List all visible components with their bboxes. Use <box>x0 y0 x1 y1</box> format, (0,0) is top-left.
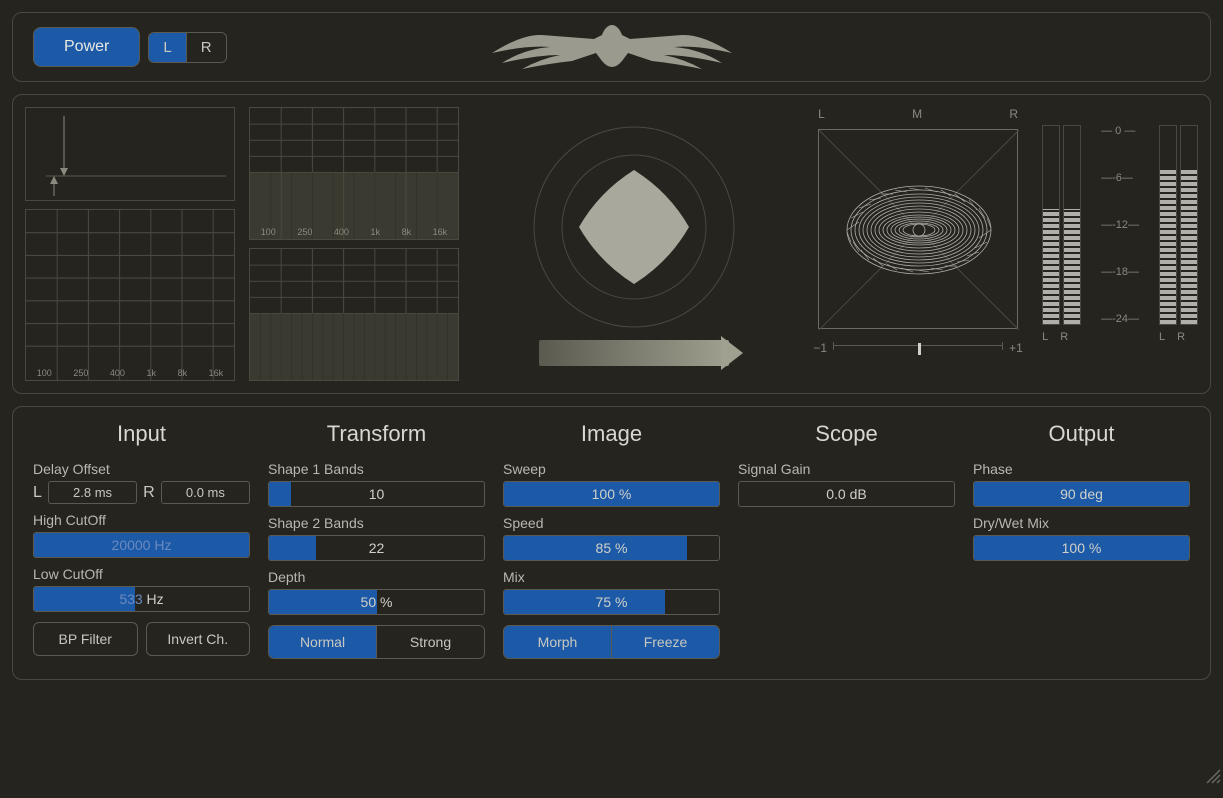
scope-title: Scope <box>738 421 955 447</box>
strong-button[interactable]: Strong <box>377 626 484 658</box>
signal-gain-slider[interactable]: 0.0 dB <box>738 481 955 507</box>
eagle-logo-icon <box>472 17 752 77</box>
speed-label: Speed <box>503 515 720 531</box>
phase-slider[interactable]: 90 deg <box>973 481 1190 507</box>
balance-slider[interactable] <box>833 345 1003 359</box>
controls-panel: Input Delay Offset L 2.8 ms R 0.0 ms Hig… <box>12 406 1211 680</box>
transform-mode-toggle: Normal Strong <box>268 625 485 659</box>
high-cutoff-label: High CutOff <box>33 512 250 528</box>
freq-axis-labels-2: 100250 4001k 8k16k <box>250 227 458 237</box>
balance-min: −1 <box>813 341 827 355</box>
freq-graph-1[interactable]: 100250 4001k 8k16k <box>25 209 235 381</box>
sweep-arrow-icon <box>539 340 729 366</box>
shape2-slider[interactable]: 22 <box>268 535 485 561</box>
invert-ch-button[interactable]: Invert Ch. <box>146 622 251 656</box>
freq-axis-labels: 100250 4001k 8k16k <box>26 368 234 378</box>
mix-label: Mix <box>503 569 720 585</box>
input-meter: LR <box>1042 125 1081 325</box>
delay-graph-1[interactable] <box>25 107 235 201</box>
transform-title: Transform <box>268 421 485 447</box>
resize-handle-icon[interactable] <box>1203 766 1221 784</box>
input-section: Input Delay Offset L 2.8 ms R 0.0 ms Hig… <box>33 421 250 659</box>
shape1-label: Shape 1 Bands <box>268 461 485 477</box>
low-cutoff-label: Low CutOff <box>33 566 250 582</box>
image-title: Image <box>503 421 720 447</box>
high-cutoff-slider[interactable]: 20000 Hz <box>33 532 250 558</box>
delay-l-prefix: L <box>33 484 42 502</box>
signal-gain-label: Signal Gain <box>738 461 955 477</box>
output-meter: LR <box>1159 125 1198 325</box>
input-title: Input <box>33 421 250 447</box>
phase-label: Phase <box>973 461 1190 477</box>
drywet-slider[interactable]: 100 % <box>973 535 1190 561</box>
image-section: Image Sweep 100 % Speed 85 % Mix 75 % Mo… <box>503 421 720 659</box>
shape1-slider[interactable]: 10 <box>268 481 485 507</box>
sweep-slider[interactable]: 100 % <box>503 481 720 507</box>
vectorscope[interactable] <box>818 129 1018 329</box>
bp-filter-button[interactable]: BP Filter <box>33 622 138 656</box>
scope-section: Scope Signal Gain 0.0 dB <box>738 421 955 659</box>
polar-display[interactable] <box>529 122 739 332</box>
low-cutoff-slider[interactable]: 533 Hz 533 Hz <box>33 586 250 612</box>
freeze-button[interactable]: Freeze <box>612 626 719 658</box>
visualization-panel: 100250 4001k 8k16k <box>12 94 1211 394</box>
channel-toggle: L R <box>148 32 226 63</box>
normal-button[interactable]: Normal <box>269 626 377 658</box>
depth-label: Depth <box>268 569 485 585</box>
transform-section: Transform Shape 1 Bands 10 Shape 2 Bands… <box>268 421 485 659</box>
mix-slider[interactable]: 75 % <box>503 589 720 615</box>
channel-r-button[interactable]: R <box>187 33 226 62</box>
delay-r-input[interactable]: 0.0 ms <box>161 481 250 504</box>
output-section: Output Phase 90 deg Dry/Wet Mix 100 % <box>973 421 1190 659</box>
output-title: Output <box>973 421 1190 447</box>
spectrum-graph-1[interactable]: 100250 4001k 8k16k <box>249 107 459 240</box>
power-button[interactable]: Power <box>33 27 140 67</box>
meter-scale: — 0 — —-6— —-12— —-18— —-24— <box>1099 125 1141 325</box>
delay-l-input[interactable]: 2.8 ms <box>48 481 137 504</box>
delay-r-prefix: R <box>143 484 155 502</box>
balance-max: +1 <box>1009 341 1023 355</box>
spectrum-graph-2[interactable] <box>249 248 459 381</box>
speed-slider[interactable]: 85 % <box>503 535 720 561</box>
header-bar: Power L R <box>12 12 1211 82</box>
sweep-label: Sweep <box>503 461 720 477</box>
drywet-label: Dry/Wet Mix <box>973 515 1190 531</box>
image-mode-toggle: Morph Freeze <box>503 625 720 659</box>
morph-button[interactable]: Morph <box>504 626 612 658</box>
channel-l-button[interactable]: L <box>149 33 186 62</box>
depth-slider[interactable]: 50 % <box>268 589 485 615</box>
delay-offset-label: Delay Offset <box>33 461 250 477</box>
shape2-label: Shape 2 Bands <box>268 515 485 531</box>
scope-lmr-labels: L M R <box>818 107 1018 121</box>
